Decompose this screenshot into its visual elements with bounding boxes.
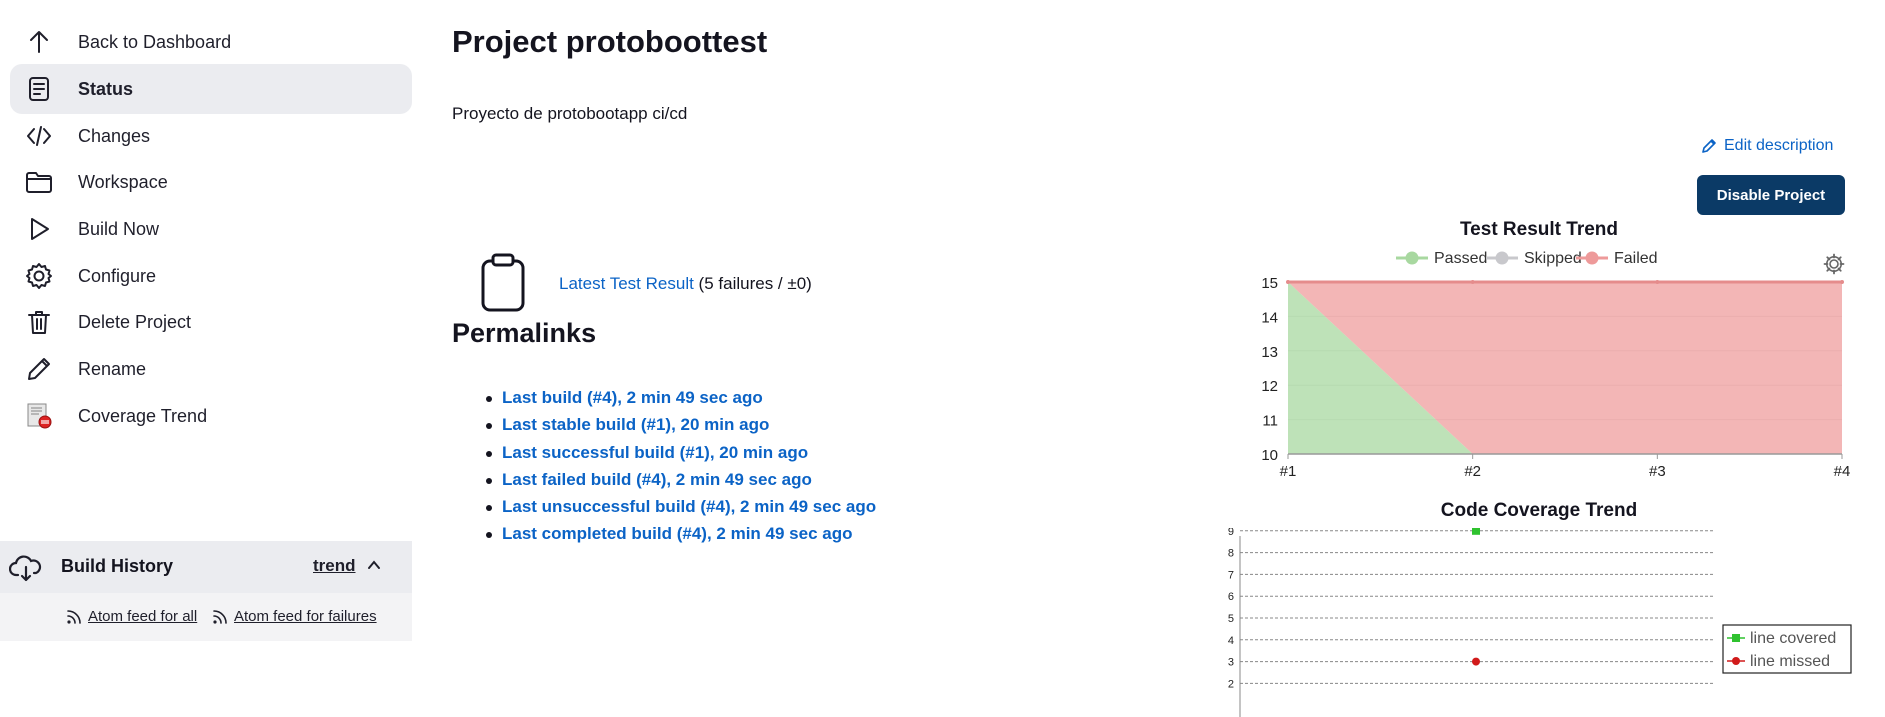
document-icon [24, 74, 54, 104]
sidebar-item-label: Status [78, 78, 134, 99]
permalink-item[interactable]: Last build (#4), 2 min 49 sec ago [481, 388, 876, 415]
y-tick-label: 7 [1228, 569, 1234, 581]
disable-project-button[interactable]: Disable Project [1697, 175, 1845, 215]
gear-icon [24, 261, 54, 291]
chevron-up-icon[interactable] [366, 557, 382, 573]
x-tick-label: #2 [1464, 463, 1481, 480]
failed-point [1470, 280, 1475, 284]
edit-description-link[interactable]: Edit description [1700, 137, 1833, 155]
sidebar-item-configure[interactable]: Configure [10, 251, 412, 301]
y-tick-label: 5 [1228, 613, 1234, 625]
sidebar-item-label: Back to Dashboard [78, 31, 232, 52]
y-tick-label: 14 [1261, 309, 1278, 326]
permalink-item[interactable]: Last failed build (#4), 2 min 49 sec ago [481, 470, 876, 497]
code-coverage-trend-chart: 2 3 4 5 6 7 8 9 line covered line missed [1228, 528, 1852, 717]
y-tick-label: 6 [1228, 591, 1234, 603]
sidebar-item-label: Workspace [78, 171, 168, 192]
rss-icon [67, 609, 81, 624]
atom-feed-failures-link[interactable]: Atom feed for failures [212, 608, 377, 625]
x-tick-label: #1 [1280, 463, 1297, 480]
x-tick-label: #4 [1834, 463, 1851, 480]
legend-marker [1405, 251, 1419, 265]
sidebar-item-label: Build Now [78, 218, 160, 239]
y-tick-label: 12 [1261, 378, 1278, 395]
trend-link[interactable]: trend [313, 556, 356, 576]
line-missed-point [1472, 657, 1480, 666]
y-tick-label: 15 [1261, 275, 1278, 292]
code-icon [24, 121, 54, 151]
legend-marker [1585, 251, 1599, 265]
legend-label: Failed [1614, 250, 1658, 267]
permalink-item[interactable]: Last successful build (#1), 20 min ago [481, 443, 876, 470]
y-tick-label: 4 [1228, 635, 1234, 647]
coverage-report-icon [24, 401, 54, 431]
sidebar-item-label: Changes [78, 125, 151, 146]
rss-icon [213, 609, 227, 624]
folder-icon [24, 167, 54, 197]
legend-marker [1732, 657, 1740, 665]
latest-test-result-summary: (5 failures / ±0) [693, 274, 812, 293]
sidebar-item-build-now[interactable]: Build Now [10, 204, 412, 254]
page-title: Project protoboottest [452, 24, 768, 59]
sidebar: Back to Dashboard Status Changes Workspace B… [0, 0, 412, 717]
sidebar-item-back-to-dashboard[interactable]: Back to Dashboard [10, 17, 412, 67]
failed-point [1840, 280, 1844, 284]
y-tick-label: 8 [1228, 548, 1234, 560]
atom-feed-all-link[interactable]: Atom feed for all [66, 608, 197, 625]
atom-feed-all-label: Atom feed for all [88, 608, 198, 625]
y-tick-label: 3 [1228, 657, 1234, 669]
clipboard-icon [481, 253, 525, 312]
sidebar-item-label: Configure [78, 265, 157, 286]
build-history-title: Build History [61, 556, 174, 576]
edit-description-label: Edit description [1724, 137, 1834, 154]
x-tick-label: #3 [1649, 463, 1666, 480]
line-covered-point [1472, 528, 1480, 535]
permalinks-list: Last build (#4), 2 min 49 sec ago Last st… [481, 388, 876, 552]
sidebar-item-workspace[interactable]: Workspace [10, 157, 412, 207]
gear-icon[interactable] [1823, 253, 1845, 275]
atom-feed-failures-label: Atom feed for failures [234, 608, 377, 625]
permalink-item[interactable]: Last unsuccessful build (#4), 2 min 49 s… [481, 497, 876, 524]
y-tick-label: 11 [1262, 413, 1278, 430]
arrow-up-icon [24, 27, 54, 57]
pencil-icon [1702, 139, 1716, 153]
y-tick-label: 10 [1261, 447, 1278, 464]
pencil-icon [24, 354, 54, 384]
sidebar-item-rename[interactable]: Rename [10, 344, 412, 394]
legend-label: line covered [1750, 630, 1836, 647]
sidebar-item-label: Coverage Trend [78, 405, 208, 426]
project-description: Proyecto de protobootapp ci/cd [452, 104, 688, 123]
legend-marker [1732, 634, 1740, 642]
sidebar-item-label: Rename [78, 358, 147, 379]
failed-point [1286, 280, 1290, 284]
sidebar-item-coverage-trend[interactable]: Coverage Trend [10, 391, 412, 441]
legend-marker [1495, 251, 1509, 265]
chart-title-coverage-trend: Code Coverage Trend [1440, 500, 1638, 521]
sidebar-item-changes[interactable]: Changes [10, 111, 412, 161]
sidebar-item-delete-project[interactable]: Delete Project [10, 297, 412, 347]
latest-test-result-link[interactable]: Latest Test Result [559, 274, 694, 293]
test-result-trend-chart: Passed Skipped Failed 10 11 12 13 14 15 #1 #2 #3 #4 [1261, 250, 1851, 480]
permalink-item[interactable]: Last completed build (#4), 2 min 49 sec … [481, 524, 876, 551]
y-tick-label: 13 [1261, 344, 1278, 361]
cloud-icon [9, 555, 42, 582]
play-icon [24, 214, 54, 244]
trash-icon [24, 307, 54, 337]
legend-label: Passed [1434, 250, 1487, 267]
sidebar-item-label: Delete Project [78, 311, 192, 332]
permalinks-title: Permalinks [452, 318, 597, 348]
latest-test-result: Latest Test Result (5 failures / ±0) [559, 274, 812, 294]
sidebar-item-status[interactable]: Status [10, 64, 412, 114]
build-history-header: Build History trend [0, 541, 412, 593]
y-tick-label: 9 [1228, 528, 1234, 538]
legend-label: Skipped [1524, 250, 1582, 267]
legend-label: line missed [1750, 653, 1830, 670]
permalink-item[interactable]: Last stable build (#1), 20 min ago [481, 415, 876, 442]
y-tick-label: 2 [1228, 678, 1234, 690]
build-history-panel: Build History trend Atom feed for all At… [0, 541, 412, 641]
failed-point [1655, 280, 1660, 284]
